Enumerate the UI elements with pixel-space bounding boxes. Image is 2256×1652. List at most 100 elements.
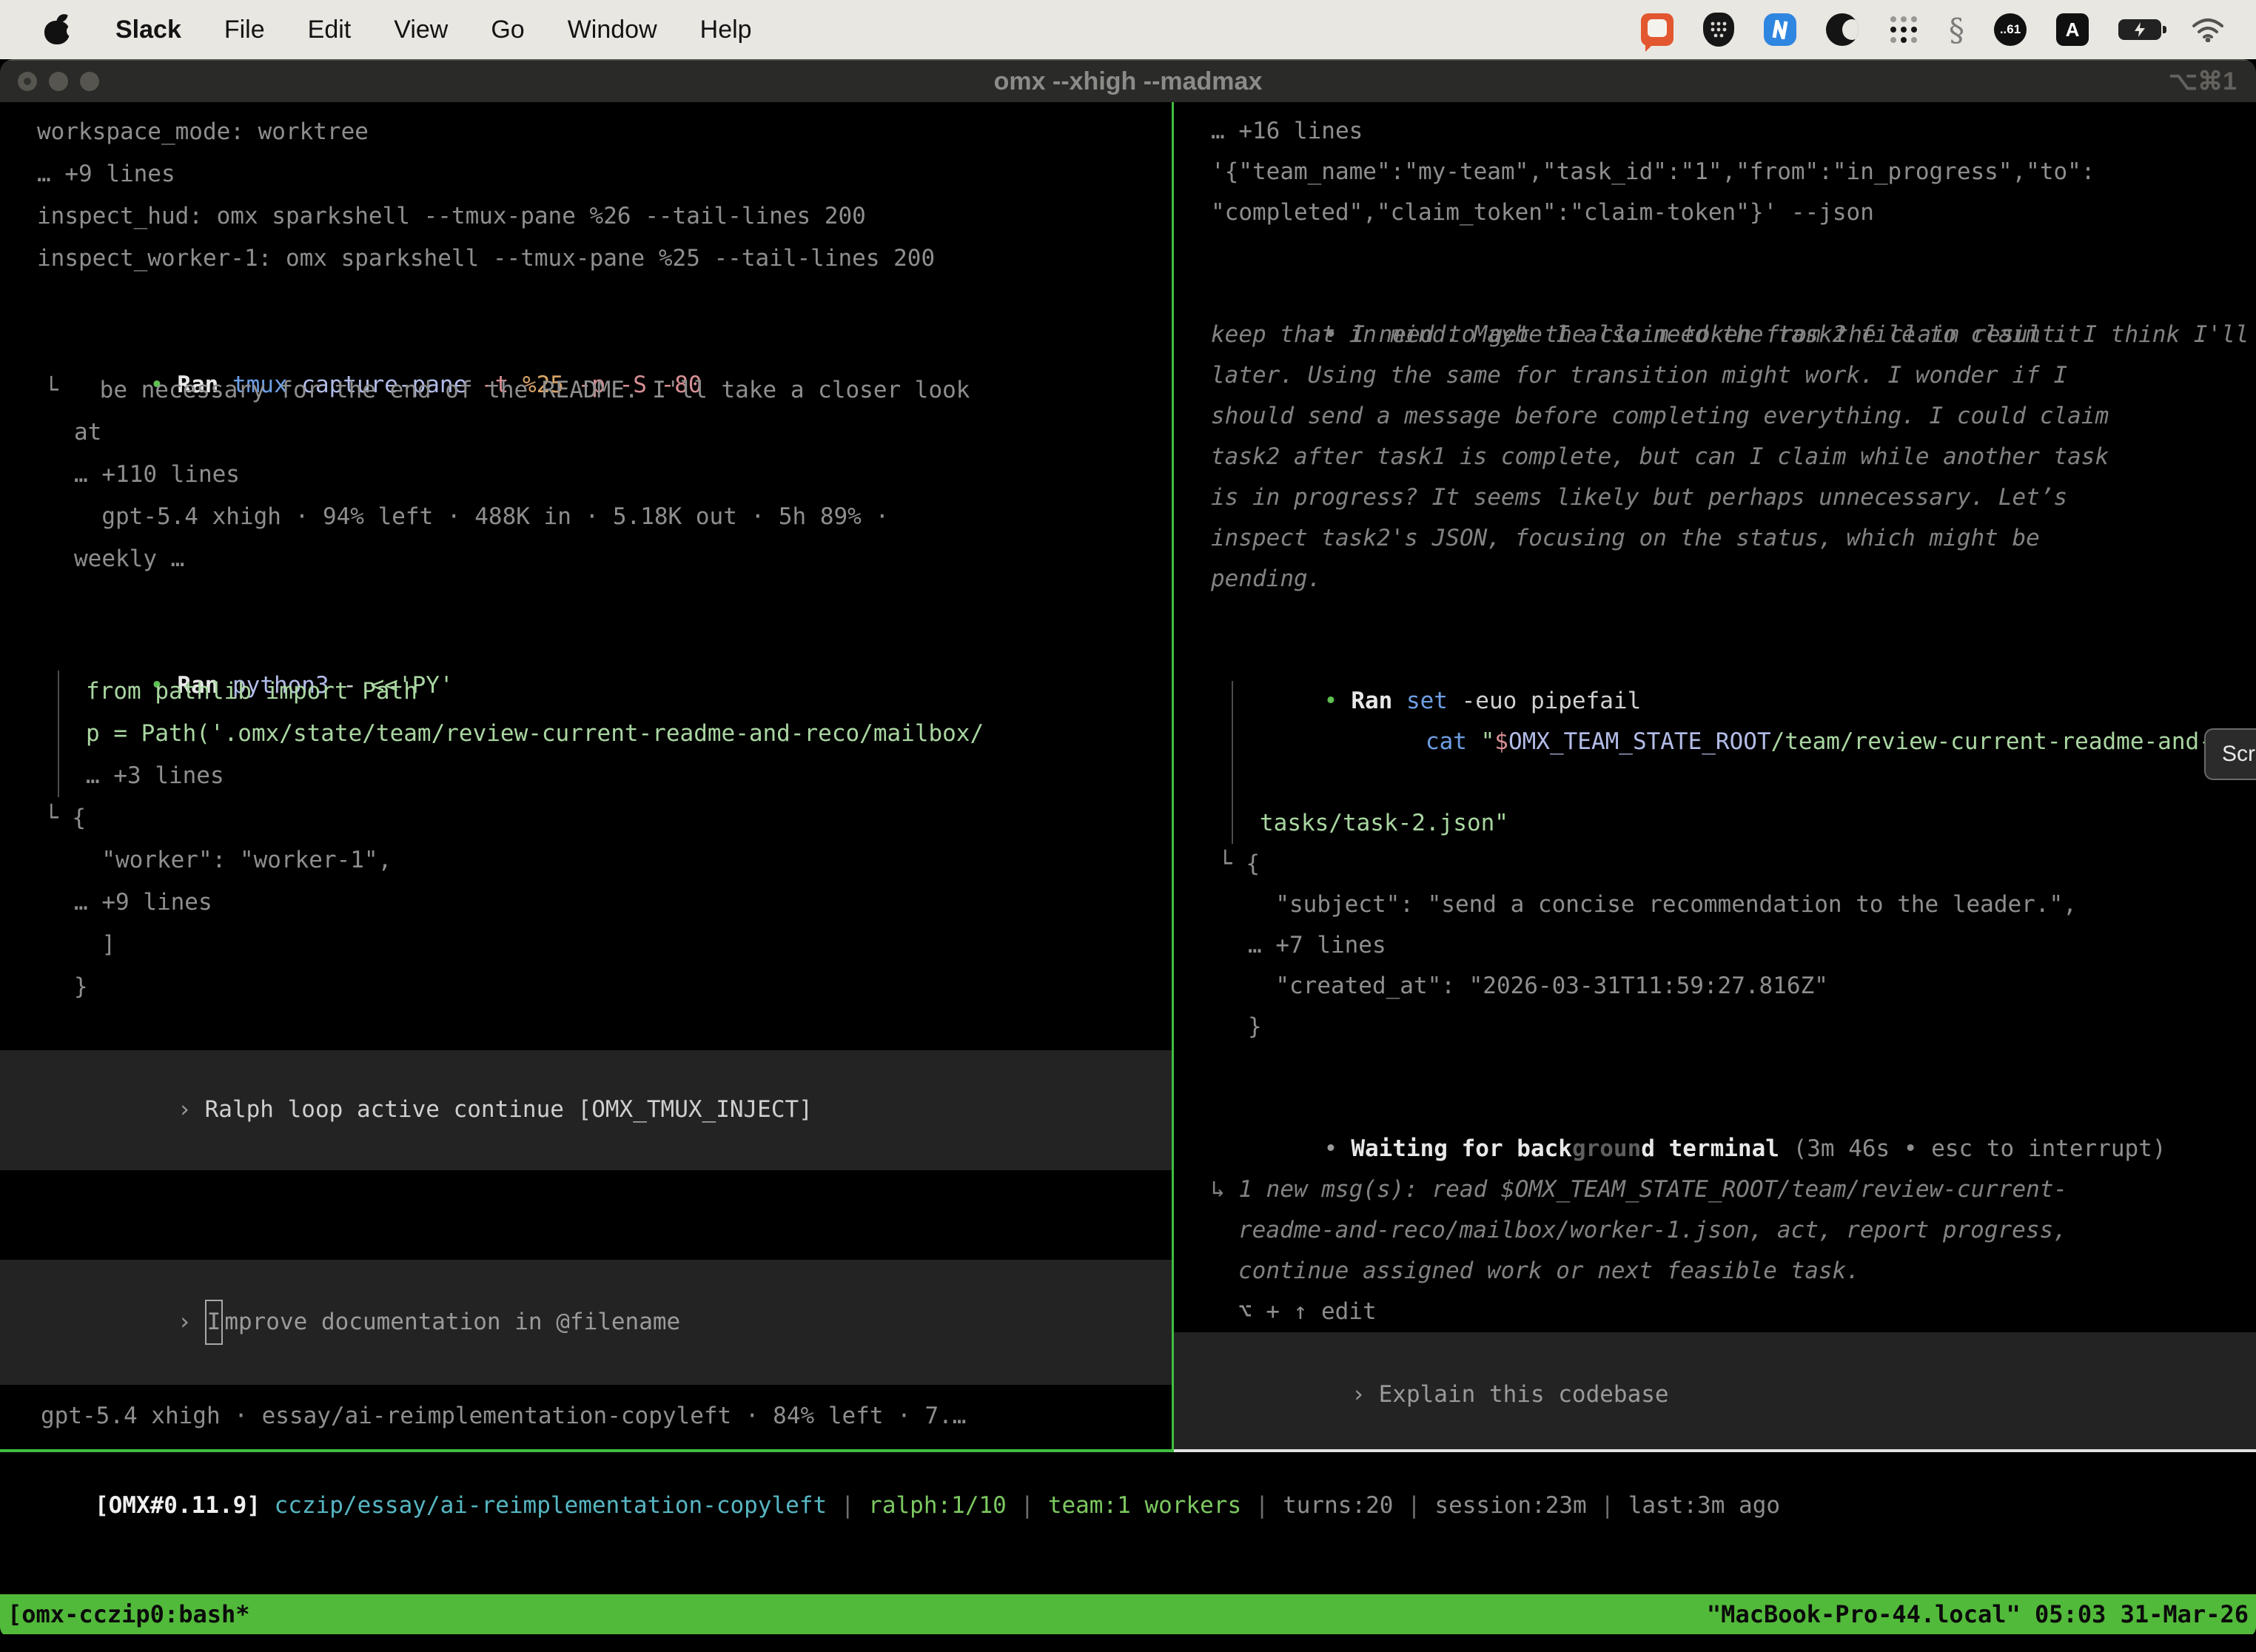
window-shortcut-hint: ⌥⌘1 <box>2169 67 2237 96</box>
omx-repo-path: cczip/essay/ai-reimplementation-copyleft <box>261 1492 827 1519</box>
screen-share-tooltip: Scre <box>2204 728 2256 780</box>
badge-61-icon[interactable]: ..61 <box>1994 13 2027 46</box>
separator: | <box>1241 1492 1283 1519</box>
battery-icon[interactable] <box>2118 19 2161 40</box>
log-line: inspect_hud: omx sparkshell --tmux-pane … <box>12 195 1172 238</box>
keyboard-layout-label: A <box>2066 19 2080 41</box>
prompt-chevron-icon: › <box>178 1301 192 1343</box>
apple-logo-body <box>44 21 70 44</box>
prompt-chevron-icon: › <box>178 1089 192 1131</box>
more-lines: … +3 lines <box>59 755 1172 797</box>
chat-app-icon-hole <box>1648 19 1667 37</box>
blank-line <box>1186 1047 2256 1088</box>
log-line: … +9 lines <box>12 153 1172 195</box>
output-line: } <box>1186 1007 2256 1047</box>
title-bar: omx --xhigh --madmax ⌥⌘1 <box>0 59 2256 102</box>
menu-item-help[interactable]: Help <box>700 16 752 44</box>
mailbox-msg-line: continue assigned work or next feasible … <box>1186 1251 2256 1292</box>
code-line: tasks/task-2.json" <box>1233 803 2256 844</box>
menu-item-window[interactable]: Window <box>568 16 657 44</box>
separator: | <box>1393 1492 1434 1519</box>
more-lines: … +9 lines <box>12 882 1172 924</box>
mailbox-msg-line: readme-and-reco/mailbox/worker-1.json, a… <box>1186 1210 2256 1251</box>
prompt-chevron-icon: › <box>1352 1374 1366 1415</box>
code-line: cat "$OMX_TEAM_STATE_ROOT/team/review-cu… <box>1233 681 2256 803</box>
log-line: '{"team_name":"my-team","task_id":"1","f… <box>1186 152 2256 192</box>
path-string: /team/review-current-readme-and-reco/ <box>1771 728 2256 755</box>
chat-app-icon[interactable] <box>1641 13 1673 46</box>
separator: | <box>827 1492 868 1519</box>
menu-item-view[interactable]: View <box>394 16 448 44</box>
left-prompt-input[interactable]: › Improve documentation in @filename <box>0 1260 1172 1385</box>
close-button[interactable] <box>18 72 37 91</box>
apple-menu-icon[interactable] <box>43 13 73 46</box>
command-gutter: cat "$OMX_TEAM_STATE_ROOT/team/review-cu… <box>1232 681 2256 844</box>
code-line: p = Path('.omx/state/team/review-current… <box>59 713 1172 755</box>
working-status-line: •Working (6m 38s • esc to interrupt) <box>12 1212 1172 1260</box>
thinking-line: task2 after task1 is complete, but can I… <box>1186 437 2256 477</box>
omx-version: [OMX#0.11.9] <box>95 1492 261 1519</box>
blank-line <box>1186 233 2256 274</box>
output-line: └ be necessary for the end of the README… <box>12 369 1172 412</box>
battery-bolt <box>2118 19 2161 40</box>
blank-line <box>1186 1129 2256 1169</box>
output-line: at <box>12 412 1172 454</box>
inject-banner: › Ralph loop active continue [OMX_TMUX_IN… <box>0 1050 1172 1170</box>
inject-banner-text: Ralph loop active continue [OMX_TMUX_INJ… <box>205 1096 813 1123</box>
left-input-placeholder: mprove documentation in @filename <box>224 1309 680 1335</box>
menu-bar-left: Slack File Edit View Go Window Help <box>0 13 752 46</box>
left-terminal-pane[interactable]: workspace_mode: worktree … +9 lines insp… <box>0 102 1172 1452</box>
log-line: … +16 lines <box>1186 111 2256 152</box>
menu-bar-status-icons: § ..61 A <box>1641 12 2256 48</box>
output-line: "created_at": "2026-03-31T11:59:27.816Z" <box>1186 966 2256 1007</box>
blank-line <box>12 1008 1172 1050</box>
quote: " <box>1481 728 1495 755</box>
s-hook-icon[interactable]: § <box>1949 12 1964 48</box>
thinking-line: pending. <box>1186 559 2256 600</box>
right-prompt-line: ›Explain this codebase <box>1186 1334 1669 1452</box>
right-terminal-pane[interactable]: … +16 lines '{"team_name":"my-team","tas… <box>1174 102 2256 1452</box>
blank-line <box>1186 600 2256 640</box>
menu-app-name[interactable]: Slack <box>115 16 181 44</box>
window-title: omx --xhigh --madmax <box>994 67 1263 96</box>
output-line: gpt-5.4 xhigh · 94% left · 488K in · 5.1… <box>12 496 1172 538</box>
zoom-button[interactable] <box>80 72 99 91</box>
traffic-lights <box>18 61 99 102</box>
dollar-sign: $ <box>1494 728 1508 755</box>
left-model-status-line: gpt-5.4 xhigh · essay/ai-reimplementatio… <box>12 1395 1172 1437</box>
terminal-window: omx --xhigh --madmax ⌥⌘1 workspace_mode:… <box>0 59 2256 1637</box>
mailbox-msg-line: ↳ 1 new msg(s): read $OMX_TEAM_STATE_ROO… <box>1186 1169 2256 1210</box>
bolt-badge-icon[interactable] <box>1764 13 1796 46</box>
bolt-glyph <box>1771 20 1789 39</box>
output-line: } <box>12 966 1172 1008</box>
tmux-session-name: [omx-cczip0:bash* <box>7 1600 250 1628</box>
last-activity: last:3m ago <box>1628 1492 1780 1519</box>
team-workers: team:1 workers <box>1048 1492 1241 1519</box>
thinking-line: should send a message before completing … <box>1186 396 2256 437</box>
blank-line <box>12 280 1172 322</box>
minimize-button[interactable] <box>49 72 68 91</box>
session-duration: session:23m <box>1434 1492 1586 1519</box>
wifi-icon[interactable] <box>2191 17 2225 42</box>
right-prompt-input[interactable]: ›Explain this codebase <box>1174 1332 2256 1452</box>
log-line: "completed","claim_token":"claim-token"}… <box>1186 192 2256 233</box>
thinking-line: inspect task2's JSON, focusing on the st… <box>1186 518 2256 559</box>
inject-banner-line: › Ralph loop active continue [OMX_TMUX_IN… <box>12 1047 813 1173</box>
shield-grid-icon[interactable] <box>1703 13 1734 47</box>
command-gutter: from pathlib import Path p = Path('.omx/… <box>58 671 1172 797</box>
menu-item-go[interactable]: Go <box>491 16 524 44</box>
wifi-arcs <box>2191 17 2225 42</box>
menu-item-file[interactable]: File <box>224 16 265 44</box>
menu-item-edit[interactable]: Edit <box>308 16 352 44</box>
separator: | <box>1587 1492 1628 1519</box>
dots-grid-icon[interactable] <box>1888 14 1919 45</box>
thinking-line: •I need to get the claim token from the … <box>1186 274 2256 315</box>
text-cursor: I <box>205 1300 224 1345</box>
keyboard-layout-icon[interactable]: A <box>2056 13 2089 46</box>
tmux-host-clock: "MacBook-Pro-44.local" 05:03 31-Mar-26 <box>1707 1600 2249 1628</box>
edit-hint-line: ⌥ + ↑ edit <box>1186 1292 2256 1332</box>
screen: Slack File Edit View Go Window Help <box>0 0 2256 1652</box>
window-bottom-filler <box>0 1634 2256 1637</box>
moon-icon[interactable] <box>1826 13 1859 46</box>
thinking-line: is in progress? It seems likely but perh… <box>1186 477 2256 518</box>
